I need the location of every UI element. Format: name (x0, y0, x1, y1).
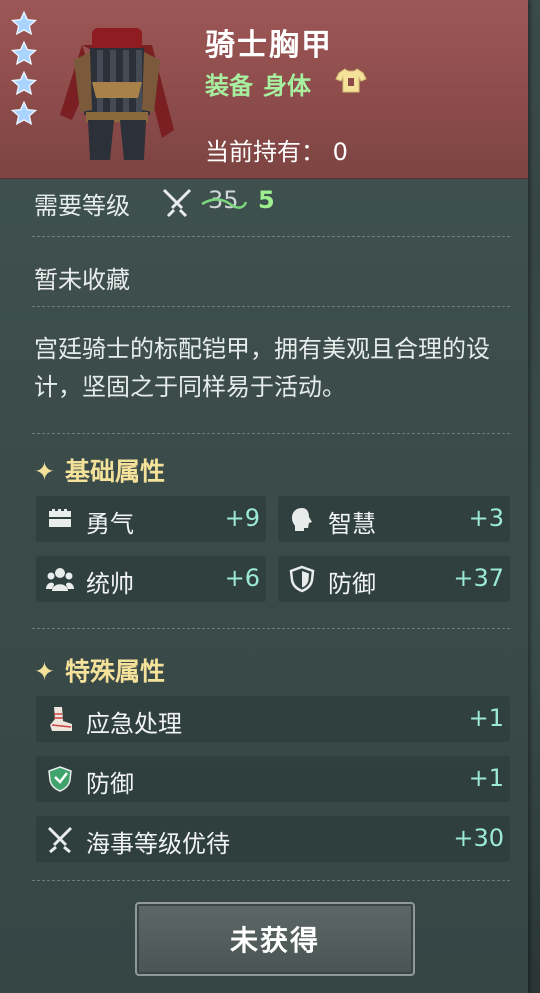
attr-maritime-level: 海事等级优待 +30 (36, 816, 510, 862)
divider (32, 628, 510, 629)
star-icon (10, 70, 38, 96)
defense-shield-icon (48, 766, 72, 792)
held-label: 当前持有： (205, 138, 325, 166)
command-icon (46, 568, 74, 591)
body-slot-icon (335, 68, 367, 93)
item-type: 装备 身体 (205, 66, 321, 101)
not-obtained-button[interactable]: 未获得 (135, 902, 415, 976)
special-attributes-title: ✦ 特殊属性 (34, 657, 165, 686)
item-name: 骑士胸甲 (205, 28, 333, 63)
held-count: 0 (332, 138, 348, 166)
item-detail-panel: 骑士胸甲 装备 身体 当前持有： 0 需要等级 35 5 暂未收藏 宫廷骑士的标配… (0, 0, 528, 993)
new-level: 5 (258, 186, 275, 214)
sparkle-icon: ✦ (34, 657, 55, 686)
crossed-swords-icon (162, 188, 192, 218)
sparkle-icon: ✦ (34, 457, 55, 486)
attr-defense: 防御 +37 (278, 556, 510, 602)
divider (32, 880, 510, 881)
held-count-row: 当前持有： 0 (205, 132, 348, 167)
divider (32, 306, 510, 307)
divider (32, 433, 510, 434)
star-icon (10, 10, 38, 36)
star-rating (10, 10, 40, 130)
item-description: 宫廷骑士的标配铠甲，拥有美观且合理的设计，坚固之于同样易于活动。 (34, 335, 490, 401)
item-category: 装备 (205, 72, 253, 100)
item-header: 骑士胸甲 装备 身体 当前持有： 0 (0, 0, 528, 179)
collection-status: 暂未收藏 (34, 266, 130, 294)
star-icon (10, 40, 38, 66)
attr-special-defense: 防御 +1 (36, 756, 510, 802)
knight-armor-image (60, 28, 174, 160)
item-slot: 身体 (263, 72, 311, 100)
attr-command: 统帅 +6 (36, 556, 266, 602)
divider (32, 236, 510, 237)
bandage-icon (50, 707, 72, 731)
attr-first-aid: 应急处理 +1 (36, 696, 510, 742)
attr-courage: 勇气 +9 (36, 496, 266, 542)
attr-wisdom: 智慧 +3 (278, 496, 510, 542)
required-level-label: 需要等级 (34, 192, 130, 220)
star-icon (10, 100, 38, 126)
base-attributes-title: ✦ 基础属性 (34, 457, 165, 486)
level-strike-mark (201, 198, 248, 209)
wisdom-icon (292, 508, 312, 531)
courage-icon (49, 509, 71, 527)
shield-icon (289, 565, 315, 593)
crossed-swords-icon (47, 826, 73, 853)
